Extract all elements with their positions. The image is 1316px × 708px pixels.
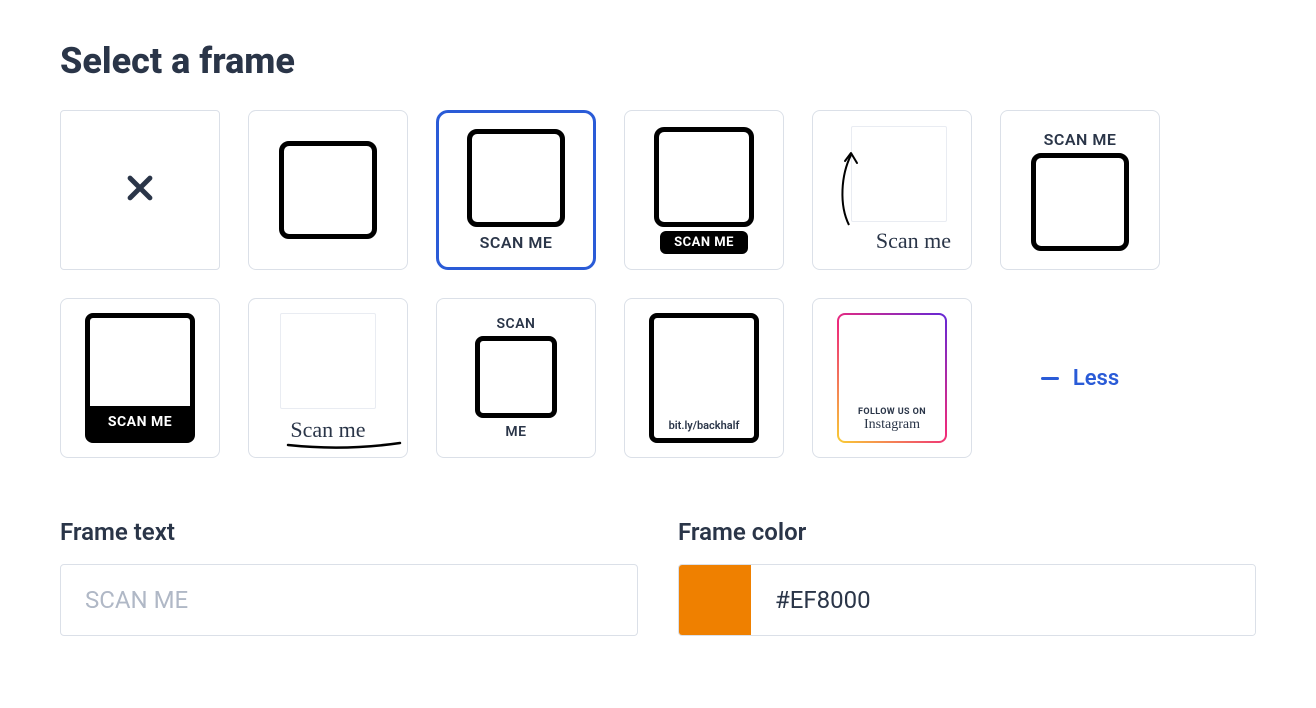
frame-option-polaroid[interactable]: SCAN ME bbox=[60, 298, 220, 458]
frame-preview-box bbox=[279, 141, 377, 239]
frame-preview-box bbox=[851, 126, 947, 222]
frame-color-group: Frame color bbox=[678, 518, 1256, 636]
frame-preview-box bbox=[467, 129, 565, 227]
minus-icon bbox=[1041, 377, 1059, 380]
frame-preview-link: bit.ly/backhalf bbox=[649, 313, 759, 443]
frame-option-script-underline[interactable]: Scan me bbox=[248, 298, 408, 458]
frame-option-badge[interactable]: SCAN ME bbox=[624, 110, 784, 270]
frame-option-none[interactable] bbox=[60, 110, 220, 270]
frame-color-input[interactable] bbox=[751, 565, 1255, 635]
instagram-logo-text: Instagram bbox=[864, 417, 920, 433]
frame-caption-bottom: ME bbox=[505, 424, 526, 440]
frame-option-backhalf[interactable]: bit.ly/backhalf bbox=[624, 298, 784, 458]
color-swatch[interactable] bbox=[679, 565, 751, 635]
section-heading: Select a frame bbox=[60, 40, 1256, 82]
frame-caption-link: bit.ly/backhalf bbox=[669, 419, 740, 432]
frame-caption-top: SCAN bbox=[497, 316, 536, 332]
frame-option-caption-above[interactable]: SCAN ME bbox=[1000, 110, 1160, 270]
frame-preview-instagram: FOLLOW US ON Instagram bbox=[837, 313, 947, 443]
frame-caption-bar: SCAN ME bbox=[90, 406, 190, 438]
frame-option-plain[interactable] bbox=[248, 110, 408, 270]
arrow-icon bbox=[835, 149, 863, 227]
frame-preview-polaroid: SCAN ME bbox=[85, 313, 195, 443]
controls-row: Frame text Frame color bbox=[60, 518, 1256, 636]
close-icon bbox=[123, 171, 157, 209]
frame-text-label: Frame text bbox=[60, 518, 638, 546]
frame-color-wrap bbox=[678, 564, 1256, 636]
frame-option-caption-below[interactable]: SCAN ME bbox=[436, 110, 596, 270]
frame-option-split[interactable]: SCAN ME bbox=[436, 298, 596, 458]
frame-preview-box bbox=[654, 127, 754, 227]
frame-caption-script: Scan me bbox=[876, 228, 951, 254]
frame-preview-box bbox=[1031, 153, 1129, 251]
show-less-label: Less bbox=[1073, 366, 1119, 391]
frame-caption: SCAN ME bbox=[480, 233, 553, 252]
frame-preview-box bbox=[280, 313, 376, 409]
underline-icon bbox=[284, 441, 404, 449]
frame-grid: SCAN ME SCAN ME Scan me SCAN ME SCAN ME bbox=[60, 110, 1256, 458]
show-less-toggle[interactable]: Less bbox=[1000, 298, 1160, 458]
frame-option-script-arrow[interactable]: Scan me bbox=[812, 110, 972, 270]
frame-text-group: Frame text bbox=[60, 518, 638, 636]
frame-color-label: Frame color bbox=[678, 518, 1256, 546]
frame-preview-box bbox=[475, 336, 557, 418]
frame-caption-follow: FOLLOW US ON bbox=[858, 407, 926, 417]
frame-caption: SCAN ME bbox=[1044, 130, 1117, 149]
frame-option-instagram[interactable]: FOLLOW US ON Instagram bbox=[812, 298, 972, 458]
frame-caption-script: Scan me bbox=[290, 417, 365, 443]
frame-caption-badge: SCAN ME bbox=[660, 231, 748, 254]
frame-text-input[interactable] bbox=[60, 564, 638, 636]
